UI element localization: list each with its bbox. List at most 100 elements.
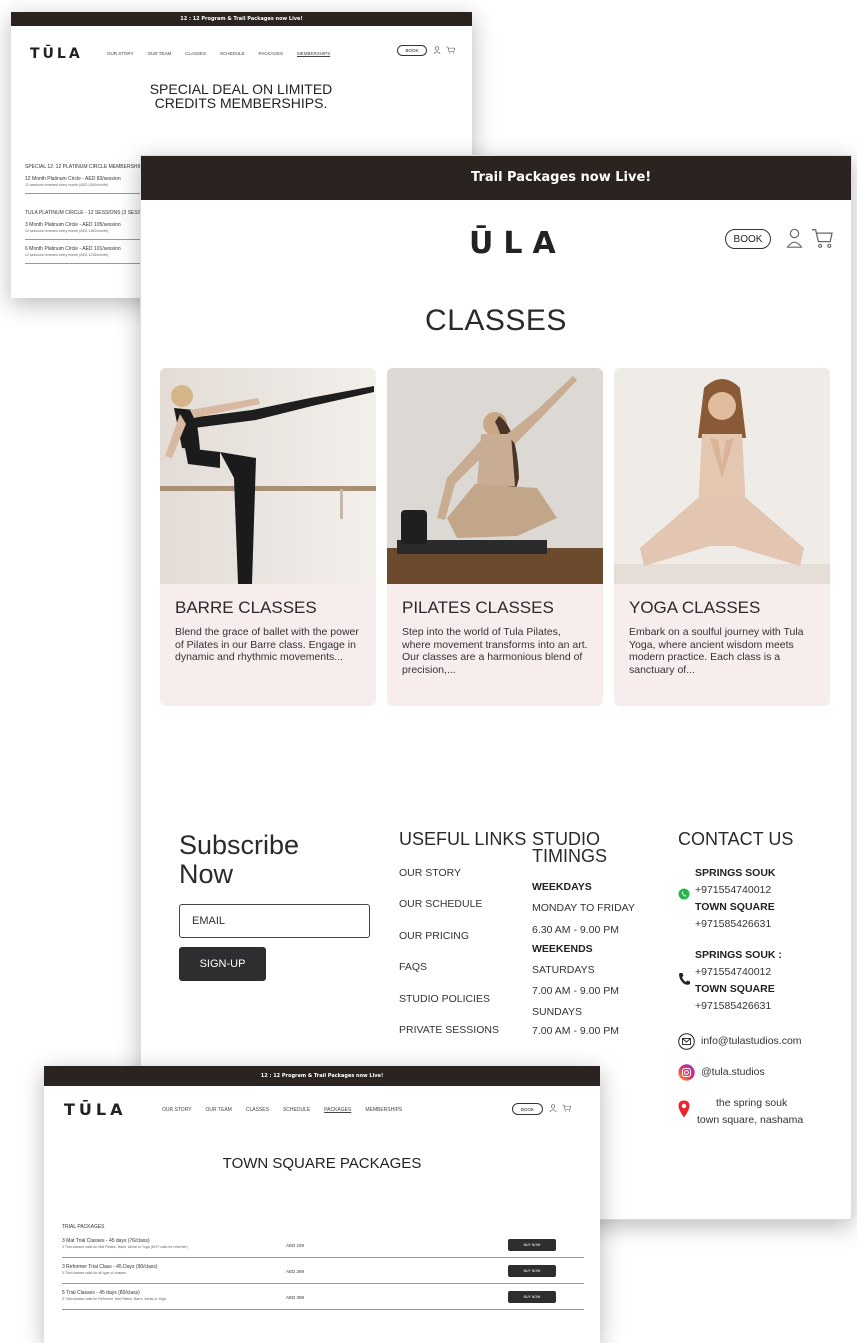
town-square-phone[interactable]: +971585426631: [695, 918, 771, 930]
package-row: 3 Mat Trial Classes - 45 days (76/class)…: [62, 1234, 584, 1258]
location-pin-icon[interactable]: [678, 1100, 690, 1118]
package-note: 3 Trial classes valid for Mat Pilates, B…: [62, 1245, 188, 1249]
pilates-class-image: [387, 368, 603, 584]
package-note: 3 Trial classes valid for all type of cl…: [62, 1271, 126, 1275]
nav-packages[interactable]: PACKAGES: [259, 51, 283, 56]
weekends-label: WEEKENDS: [532, 943, 593, 955]
user-icon[interactable]: [549, 1104, 557, 1112]
package-row: 3 Reformer Trial Class - 45 Days (90/cla…: [62, 1260, 584, 1284]
saturday-hours: 7.00 AM - 9.00 PM: [532, 985, 619, 997]
user-icon[interactable]: [786, 228, 803, 248]
class-description: Blend the grace of ballet with the power…: [175, 626, 359, 663]
nav-classes[interactable]: CLASSES: [185, 51, 206, 56]
address-line-1: the spring souk: [716, 1097, 788, 1109]
weekdays-days: MONDAY TO FRIDAY: [532, 902, 635, 914]
nav-schedule[interactable]: SCHEDULE: [220, 51, 245, 56]
yoga-class-image: [614, 368, 830, 584]
classes-window: Trail Packages now Live! ŪLA BOOK CLASSE…: [140, 155, 852, 1220]
class-title[interactable]: BARRE CLASSES: [175, 598, 317, 618]
springs-souk-phone[interactable]: +971554740012: [695, 884, 771, 896]
footer-link-our-story[interactable]: OUR STORY: [399, 867, 461, 879]
page-title: CLASSES: [425, 304, 567, 337]
email-icon[interactable]: [678, 1033, 695, 1050]
subscribe-title: Subscribe Now: [179, 830, 300, 889]
weekdays-label: WEEKDAYS: [532, 881, 592, 893]
membership-name: 12 Month Platinum Circle - AED 83/sessio…: [25, 176, 121, 182]
phone-icon[interactable]: [678, 972, 690, 986]
springs-souk-label: SPRINGS SOUK: [695, 867, 776, 879]
instagram-handle[interactable]: @tula.studios: [701, 1066, 765, 1078]
membership-note: 12 sessions renewed every month (AED 100…: [25, 183, 109, 187]
membership-name: 3 Month Platinum Circle - AED 105/sessio…: [25, 222, 121, 228]
cart-icon[interactable]: [446, 46, 455, 54]
nav-our-story[interactable]: OUR STORY: [107, 51, 134, 56]
membership-name: 6 Month Platinum Circle - AED 101/sessio…: [25, 246, 121, 252]
class-title[interactable]: PILATES CLASSES: [402, 598, 554, 618]
packages-list: TRIAL PACKAGES 3 Mat Trial Classes - 45 …: [62, 1220, 584, 1340]
footer-link-private-sessions[interactable]: PRIVATE SESSIONS: [399, 1024, 499, 1036]
saturday-label: SATURDAYS: [532, 964, 595, 976]
announcement-bar[interactable]: 12 : 12 Program & Trail Packages now Liv…: [44, 1066, 600, 1086]
town-square-phone[interactable]: +971585426631: [695, 1000, 771, 1012]
announcement-bar[interactable]: Trail Packages now Live!: [141, 156, 851, 200]
contact-email[interactable]: info@tulastudios.com: [701, 1035, 802, 1047]
class-card-barre[interactable]: BARRE CLASSES Blend the grace of ballet …: [160, 368, 376, 706]
nav-classes[interactable]: CLASSES: [246, 1107, 269, 1113]
package-name: 3 Mat Trial Classes - 45 days (76/class): [62, 1238, 150, 1244]
town-square-label: TOWN SQUARE: [695, 983, 775, 995]
package-row: 5 Trial Classes - 45 days (80/class) 5 T…: [62, 1286, 584, 1310]
user-icon[interactable]: [433, 46, 441, 54]
nav-packages[interactable]: PACKAGES: [324, 1107, 351, 1113]
buy-now-button[interactable]: BUY NOW: [508, 1291, 556, 1303]
whatsapp-icon[interactable]: [678, 888, 690, 900]
email-input[interactable]: EMAIL: [179, 904, 370, 938]
package-price: AED 269: [286, 1269, 305, 1274]
package-price: AED 399: [286, 1295, 305, 1300]
page-title: SPECIAL DEAL ON LIMITED CREDITS MEMBERSH…: [149, 81, 333, 111]
footer-link-studio-policies[interactable]: STUDIO POLICIES: [399, 993, 490, 1005]
announcement-bar[interactable]: 12 : 12 Program & Trail Packages now Liv…: [11, 12, 472, 26]
page-title: TOWN SQUARE PACKAGES: [222, 1155, 422, 1172]
barre-class-image: [160, 368, 376, 584]
package-price: AED 229: [286, 1243, 305, 1248]
class-description: Embark on a soulful journey with Tula Yo…: [629, 626, 804, 676]
main-nav: OUR STORY OUR TEAM CLASSES SCHEDULE PACK…: [162, 1107, 402, 1113]
nav-memberships[interactable]: MEMBERSHIPS: [365, 1107, 402, 1113]
springs-souk-phone[interactable]: +971554740012: [695, 966, 771, 978]
membership-note: 12 sessions renewed every month (AED 121…: [25, 253, 109, 257]
class-card-yoga[interactable]: YOGA CLASSES Embark on a soulful journey…: [614, 368, 830, 706]
section-title: TRIAL PACKAGES: [62, 1224, 105, 1230]
useful-links-title: USEFUL LINKS: [399, 829, 527, 849]
packages-window: 12 : 12 Program & Trail Packages now Liv…: [44, 1066, 600, 1343]
nav-schedule[interactable]: SCHEDULE: [283, 1107, 310, 1113]
nav-our-team[interactable]: OUR TEAM: [206, 1107, 232, 1113]
footer-link-faqs[interactable]: FAQS: [399, 961, 427, 973]
book-button[interactable]: BOOK: [725, 229, 771, 249]
class-card-pilates[interactable]: PILATES CLASSES Step into the world of T…: [387, 368, 603, 706]
instagram-icon[interactable]: [678, 1064, 695, 1081]
book-button[interactable]: BOOK: [512, 1103, 543, 1115]
footer-link-our-schedule[interactable]: OUR SCHEDULE: [399, 898, 482, 910]
buy-now-button[interactable]: BUY NOW: [508, 1265, 556, 1277]
site-logo[interactable]: TŪLA: [64, 1100, 126, 1119]
buy-now-button[interactable]: BUY NOW: [508, 1239, 556, 1251]
site-logo[interactable]: ŪLA: [469, 226, 566, 261]
contact-us-title: CONTACT US: [678, 829, 794, 849]
signup-button[interactable]: SIGN-UP: [179, 947, 266, 981]
address-line-2: town square, nashama: [697, 1114, 804, 1126]
nav-our-story[interactable]: OUR STORY: [162, 1107, 192, 1113]
book-button[interactable]: BOOK: [397, 45, 427, 56]
footer-link-our-pricing[interactable]: OUR PRICING: [399, 930, 469, 942]
cart-icon[interactable]: [562, 1104, 571, 1112]
weekdays-hours: 6.30 AM - 9.00 PM: [532, 924, 619, 936]
nav-our-team[interactable]: OUR TEAM: [148, 51, 172, 56]
site-logo[interactable]: TŪLA: [30, 46, 83, 62]
package-name: 5 Trial Classes - 45 days (80/class): [62, 1290, 140, 1296]
town-square-label: TOWN SQUARE: [695, 901, 775, 913]
nav-memberships[interactable]: MEMBERSHIPS: [297, 51, 330, 56]
class-title[interactable]: YOGA CLASSES: [629, 598, 760, 618]
membership-note: 12 sessions renewed every month (AED 126…: [25, 229, 109, 233]
studio-timings-title: STUDIO TIMINGS: [532, 829, 607, 866]
cart-icon[interactable]: [811, 228, 833, 248]
package-name: 3 Reformer Trial Class - 45 Days (90/cla…: [62, 1264, 158, 1270]
